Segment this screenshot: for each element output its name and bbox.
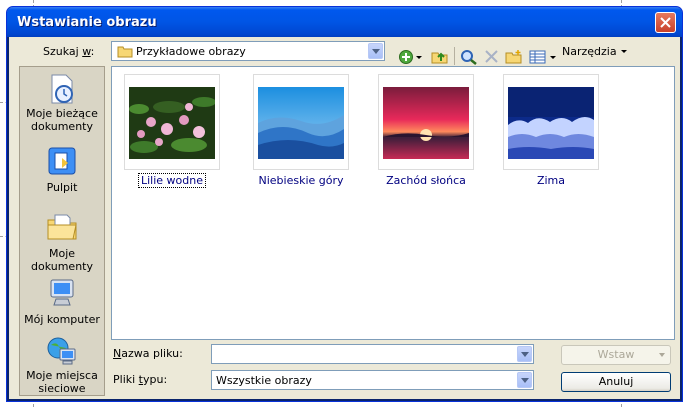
dialog-title: Wstawianie obrazu xyxy=(17,15,157,30)
file-thumbnail[interactable] xyxy=(124,74,220,170)
back-icon[interactable] xyxy=(398,49,416,65)
my-computer-icon xyxy=(50,279,74,306)
insert-picture-dialog: Wstawianie obrazu Szukaj w: Przykładowe … xyxy=(6,6,683,402)
search-web-icon[interactable] xyxy=(460,49,478,65)
look-in-label: Szukaj w: xyxy=(43,45,95,58)
file-type-label: Pliki typu: xyxy=(113,373,168,386)
chevron-down-icon[interactable] xyxy=(368,43,383,59)
place-label: Moje bieżące dokumenty xyxy=(26,107,98,133)
winter-image xyxy=(508,87,594,159)
network-places-icon xyxy=(47,337,76,365)
file-type-value: Wszystkie obrazy xyxy=(216,374,312,387)
place-recent-documents[interactable]: Moje bieżące dokumenty xyxy=(20,73,104,133)
views-icon[interactable] xyxy=(529,49,547,65)
file-name-label: Nazwa pliku: xyxy=(113,347,183,360)
file-type-dropdown[interactable]: Wszystkie obrazy xyxy=(211,370,534,390)
place-label: Moje dokumenty xyxy=(31,247,93,273)
file-list[interactable]: Lilie wodne Niebieskie góry Zachód słońc… xyxy=(111,66,675,340)
up-one-level-icon[interactable] xyxy=(431,49,449,65)
places-bar: Moje bieżące dokumenty Pulpit Moje dokum… xyxy=(19,66,105,396)
back-dropdown-icon[interactable] xyxy=(415,49,423,65)
close-icon xyxy=(660,17,671,28)
views-dropdown-icon[interactable] xyxy=(549,49,557,65)
file-thumbnail[interactable] xyxy=(378,74,474,170)
recent-documents-icon xyxy=(51,74,73,104)
sunset-image xyxy=(383,87,469,159)
place-network[interactable]: Moje miejsca sieciowe xyxy=(20,335,104,395)
place-my-documents[interactable]: Moje dokumenty xyxy=(20,211,104,273)
file-thumbnail[interactable] xyxy=(503,74,599,170)
tools-menu[interactable]: Narzędzia xyxy=(562,45,628,58)
title-bar[interactable]: Wstawianie obrazu xyxy=(7,7,682,37)
my-documents-icon xyxy=(47,214,77,240)
file-thumbnail[interactable] xyxy=(253,74,349,170)
place-label: Mój komputer xyxy=(24,313,100,326)
toolbar-separator xyxy=(454,47,455,65)
cancel-button[interactable]: Anuluj xyxy=(561,372,671,392)
place-desktop[interactable]: Pulpit xyxy=(20,145,104,195)
new-folder-icon[interactable] xyxy=(505,49,523,65)
chevron-down-icon xyxy=(659,353,665,357)
close-button[interactable] xyxy=(655,12,676,33)
chevron-down-icon[interactable] xyxy=(517,372,532,388)
chevron-down-icon xyxy=(621,50,628,53)
look-in-dropdown[interactable]: Przykładowe obrazy xyxy=(111,41,385,61)
insert-button[interactable]: Wstaw xyxy=(561,345,671,365)
desktop-icon xyxy=(48,147,76,175)
place-label: Pulpit xyxy=(46,181,78,194)
file-name[interactable]: Niebieskie góry xyxy=(236,174,366,187)
chevron-down-icon[interactable] xyxy=(517,346,532,362)
folder-icon xyxy=(117,46,133,58)
water-lilies-image xyxy=(129,87,215,159)
file-name-field[interactable] xyxy=(211,344,534,364)
file-name[interactable]: Lilie wodne xyxy=(107,173,237,188)
file-name[interactable]: Zachód słońca xyxy=(361,174,491,187)
place-my-computer[interactable]: Mój komputer xyxy=(20,277,104,327)
blue-hills-image xyxy=(258,87,344,159)
delete-icon[interactable] xyxy=(483,49,501,65)
file-name[interactable]: Zima xyxy=(486,174,616,187)
place-label: Moje miejsca sieciowe xyxy=(26,369,98,395)
look-in-value: Przykładowe obrazy xyxy=(136,45,246,58)
